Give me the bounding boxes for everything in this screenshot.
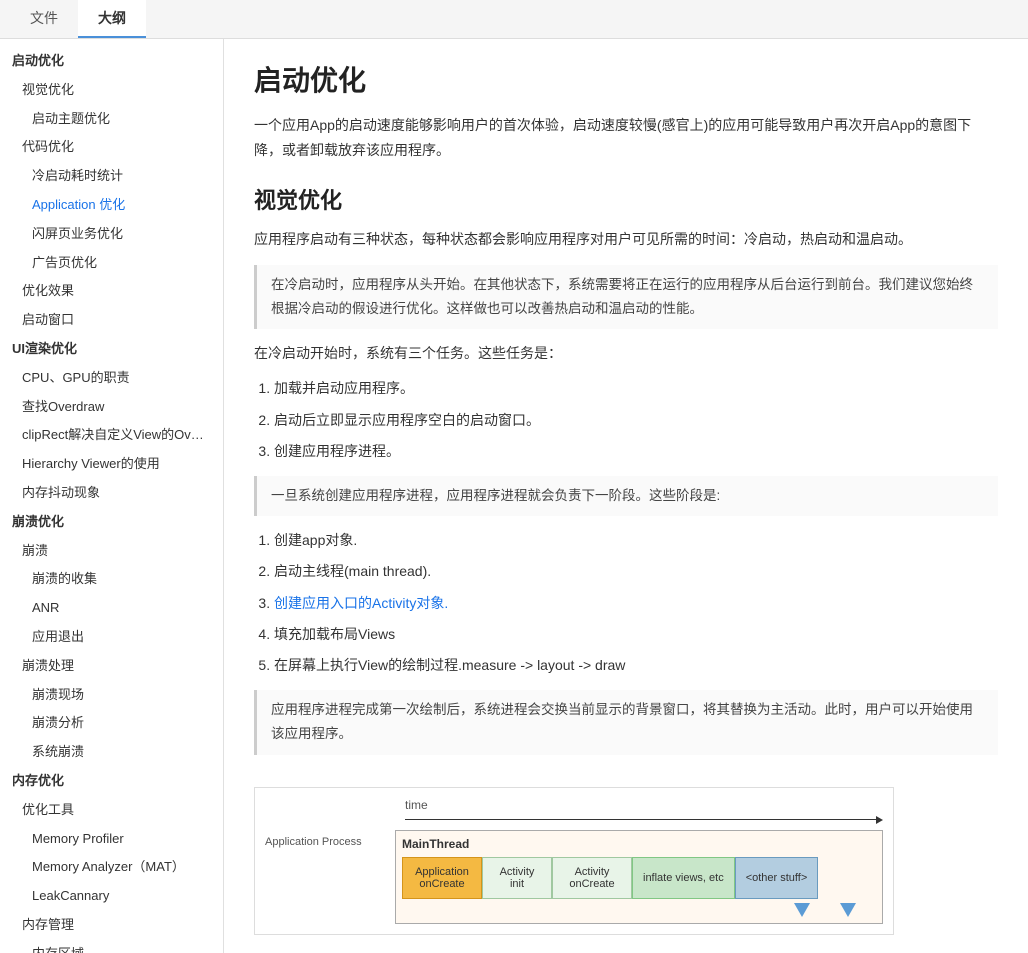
sidebar-item-crash-opt[interactable]: 崩溃优化 (0, 508, 223, 537)
sidebar-item-visual-opt[interactable]: 视觉优化 (0, 76, 223, 105)
sidebar-item-crash-scene[interactable]: 崩溃现场 (0, 681, 223, 710)
blockquote-steps: 一旦系统创建应用程序进程，应用程序进程就会负责下一阶段。这些阶段是: (254, 476, 998, 516)
blockquote-first-draw: 应用程序进程完成第一次绘制后，系统进程会交换当前显示的背景窗口，将其替换为主活动… (254, 690, 998, 755)
sidebar-item-mem-jitter[interactable]: 内存抖动现象 (0, 479, 223, 508)
sidebar-item-cpu-gpu[interactable]: CPU、GPU的职责 (0, 364, 223, 393)
sidebar-item-sys-crash[interactable]: 系统崩溃 (0, 738, 223, 767)
sidebar-item-opt-tools[interactable]: 优化工具 (0, 796, 223, 825)
sidebar-item-hierarchy-viewer[interactable]: Hierarchy Viewer的使用 (0, 450, 223, 479)
intro-text: 一个应用App的启动速度能够影响用户的首次体验，启动速度较慢(感官上)的应用可能… (254, 113, 998, 163)
blue-triangle-2 (840, 903, 856, 917)
sidebar: 启动优化视觉优化启动主题优化代码优化冷启动耗时统计Application 优化闪… (0, 39, 224, 953)
process-box: MainThread Application onCreate Activity… (395, 830, 883, 924)
diagram-container: time Application Process MainThread Appl… (254, 787, 894, 935)
sidebar-item-anr[interactable]: ANR (0, 594, 223, 623)
blockquote-cold-start: 在冷启动时，应用程序从头开始。在其他状态下，系统需要将正在运行的应用程序从后台运… (254, 265, 998, 330)
block-inflate-views: inflate views, etc (632, 857, 735, 899)
app-process-label: Application Process (265, 830, 395, 848)
time-arrow (405, 816, 883, 824)
sidebar-item-crash-handle[interactable]: 崩溃处理 (0, 652, 223, 681)
task-item-2: 启动后立即显示应用程序空白的启动窗口。 (274, 408, 998, 433)
visual-intro-text: 应用程序启动有三种状态，每种状态都会影响应用程序对用户可见所需的时间：冷启动，热… (254, 227, 998, 252)
sidebar-item-crash[interactable]: 崩溃 (0, 537, 223, 566)
sidebar-item-ui-render-opt[interactable]: UI渲染优化 (0, 335, 223, 364)
task-item-1: 加载并启动应用程序。 (274, 376, 998, 401)
main-thread-label: MainThread (402, 837, 876, 851)
sidebar-item-app-opt[interactable]: Application 优化 (0, 191, 223, 220)
step-2: 启动主线程(main thread). (274, 559, 998, 584)
blue-triangle-1 (794, 903, 810, 917)
sidebar-item-mem-area[interactable]: 内存区域 (0, 940, 223, 953)
sidebar-item-mem-opt[interactable]: 内存优化 (0, 767, 223, 796)
sidebar-item-ad-page-opt[interactable]: 广告页优化 (0, 249, 223, 278)
block-activity-oncreate: Activity onCreate (552, 857, 632, 899)
sidebar-item-memory-analyzer[interactable]: Memory Analyzer（MAT） (0, 853, 223, 882)
block-activity-init: Activity init (482, 857, 552, 899)
thread-blocks: Application onCreate Activity init Activ… (402, 857, 876, 899)
sidebar-item-opt-effect[interactable]: 优化效果 (0, 277, 223, 306)
sidebar-item-startup-opt[interactable]: 启动优化 (0, 47, 223, 76)
sidebar-item-cold-start-stat[interactable]: 冷启动耗时统计 (0, 162, 223, 191)
sidebar-item-find-overdraw[interactable]: 查找Overdraw (0, 393, 223, 422)
time-label: time (405, 798, 883, 812)
cold-start-intro: 在冷启动开始时，系统有三个任务。这些任务是： (254, 341, 998, 366)
sidebar-item-start-window[interactable]: 启动窗口 (0, 306, 223, 335)
blue-indicators (402, 903, 876, 917)
task-item-3: 创建应用程序进程。 (274, 439, 998, 464)
visual-opt-heading: 视觉优化 (254, 183, 998, 215)
page-title: 启动优化 (254, 59, 998, 99)
tab-file[interactable]: 文件 (10, 0, 78, 38)
sidebar-item-splash-biz-opt[interactable]: 闪屏页业务优化 (0, 220, 223, 249)
sidebar-item-app-exit[interactable]: 应用退出 (0, 623, 223, 652)
sidebar-item-crash-collect[interactable]: 崩溃的收集 (0, 565, 223, 594)
step-5: 在屏幕上执行View的绘制过程.measure -> layout -> dra… (274, 653, 998, 678)
sidebar-item-code-opt[interactable]: 代码优化 (0, 133, 223, 162)
step-4: 填充加载布局Views (274, 622, 998, 647)
block-app-oncreate: Application onCreate (402, 857, 482, 899)
sidebar-item-splash-opt[interactable]: 启动主题优化 (0, 105, 223, 134)
step-1: 创建app对象. (274, 528, 998, 553)
tab-outline[interactable]: 大纲 (78, 0, 146, 38)
step-list: 创建app对象. 启动主线程(main thread). 创建应用入口的Acti… (274, 528, 998, 678)
block-other-stuff: <other stuff> (735, 857, 819, 899)
sidebar-item-memory-profiler[interactable]: Memory Profiler (0, 825, 223, 854)
sidebar-item-crash-analysis[interactable]: 崩溃分析 (0, 709, 223, 738)
sidebar-item-leakcannary[interactable]: LeakCannary (0, 882, 223, 911)
sidebar-item-cliprect[interactable]: clipRect解决自定义View的OverDraw (0, 421, 223, 450)
task-list: 加载并启动应用程序。 启动后立即显示应用程序空白的启动窗口。 创建应用程序进程。 (274, 376, 998, 464)
sidebar-item-mem-manage[interactable]: 内存管理 (0, 911, 223, 940)
top-tabs: 文件 大纲 (0, 0, 1028, 39)
content-area: 启动优化 一个应用App的启动速度能够影响用户的首次体验，启动速度较慢(感官上)… (224, 39, 1028, 953)
step-3: 创建应用入口的Activity对象. (274, 591, 998, 616)
